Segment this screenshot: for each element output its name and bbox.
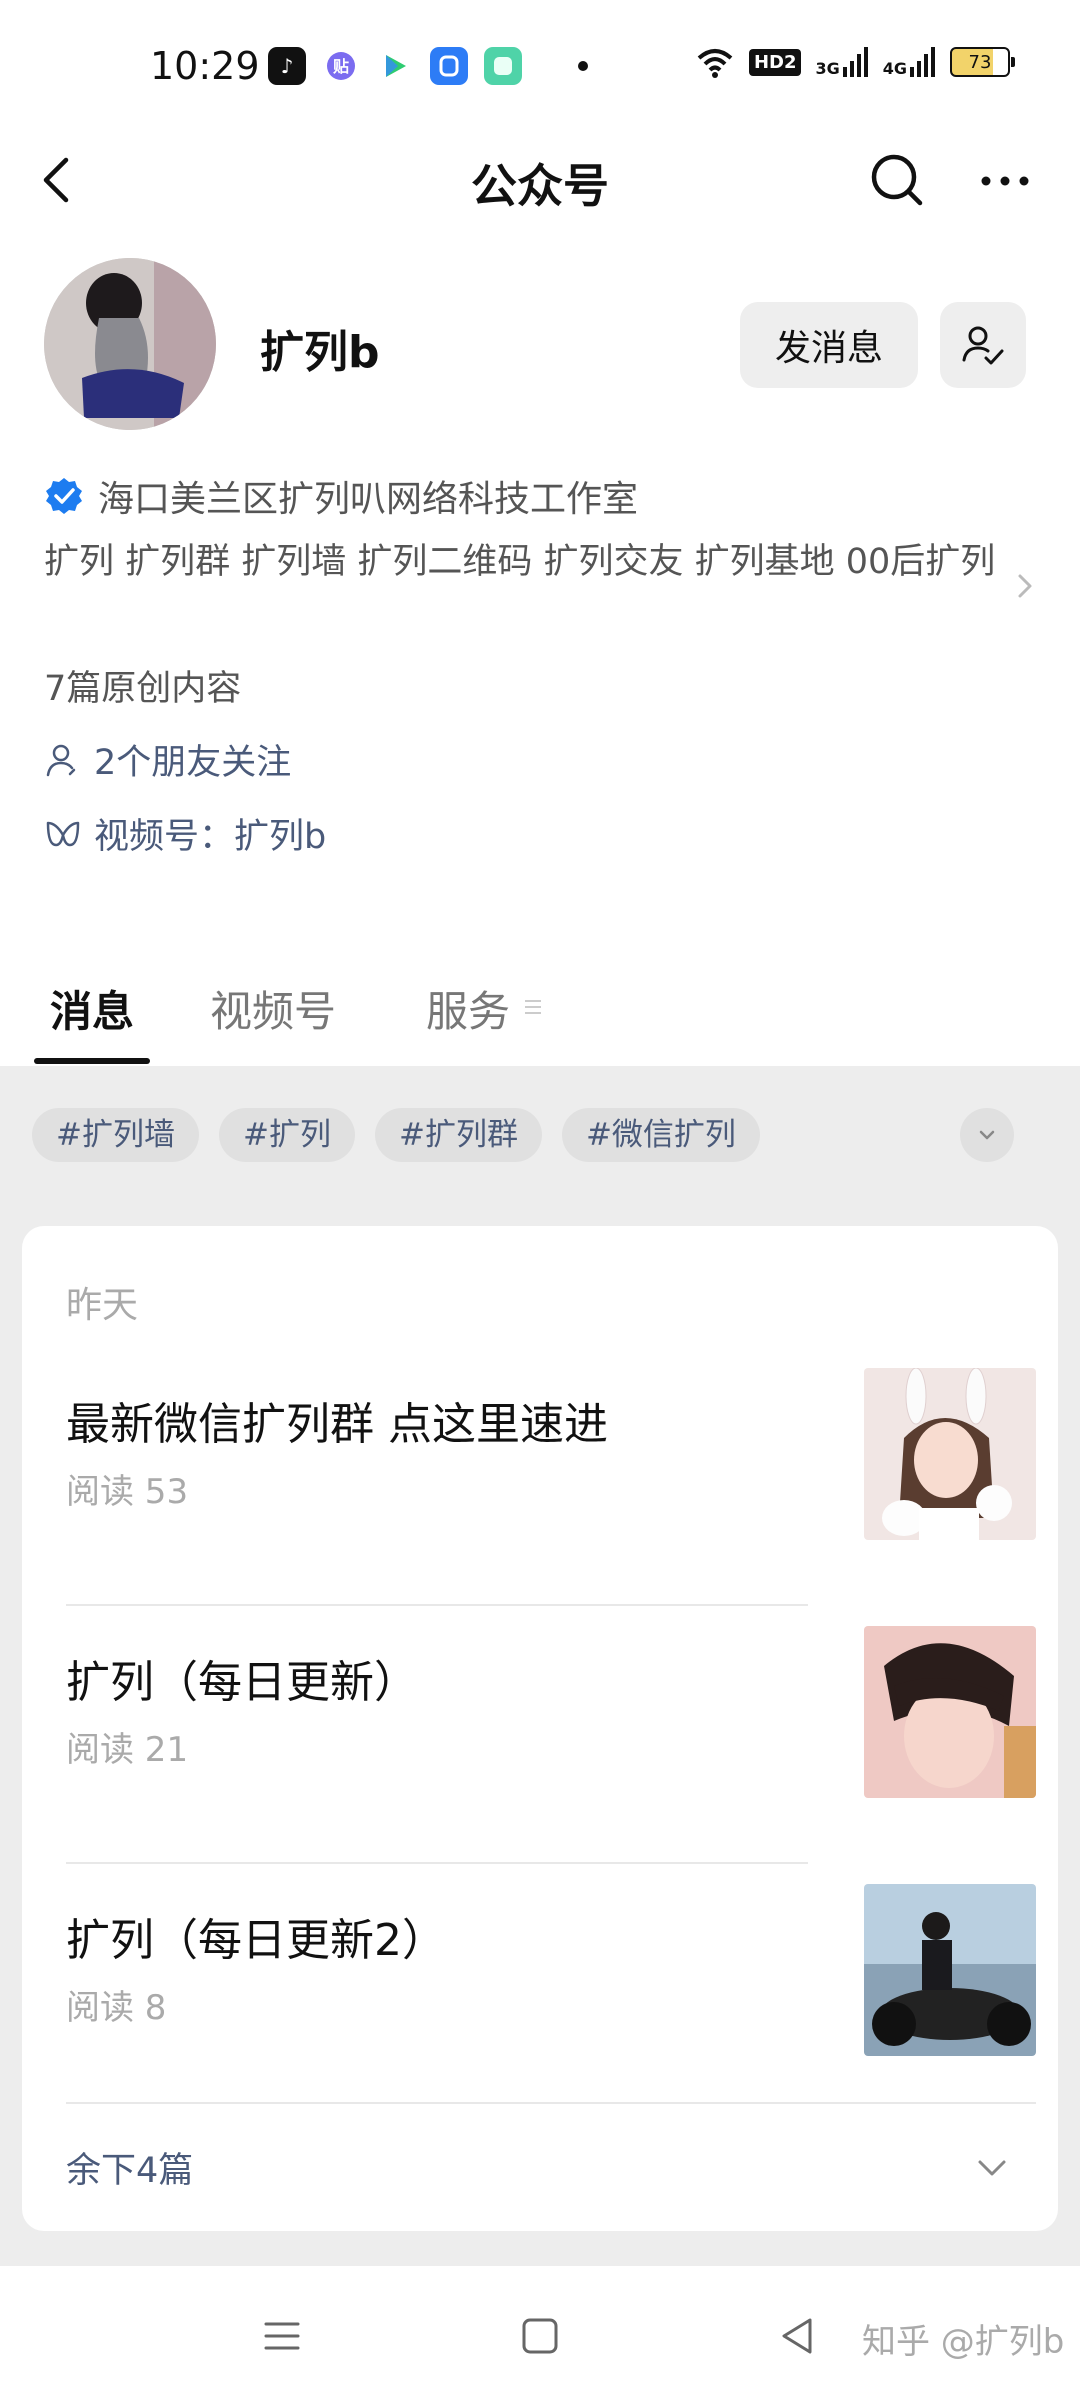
video-channel-text: 视频号：扩列b	[94, 817, 327, 857]
signal-4g-icon: 4G	[883, 47, 936, 77]
article-item[interactable]: 扩列（每日更新） 阅读 21	[66, 1626, 1036, 1866]
account-name: 扩列b	[260, 327, 380, 378]
signal-3g-icon: 3G	[815, 47, 868, 77]
article-reads: 阅读 8	[66, 1988, 167, 2028]
message-card: 昨天 最新微信扩列群 点这里速进 阅读 53 扩列（每日更新） 阅读 21 扩列…	[22, 1226, 1058, 2231]
video-play-icon	[376, 47, 414, 85]
article-thumbnail	[864, 1884, 1036, 2056]
home-square-icon	[522, 2318, 558, 2354]
avatar-image	[44, 258, 216, 430]
verified-entity[interactable]: 海口美兰区扩列叭网络科技工作室	[44, 470, 638, 522]
chevron-down-icon	[979, 1130, 995, 1140]
article-item[interactable]: 最新微信扩列群 点这里速进 阅读 53	[66, 1368, 1036, 1608]
followed-button[interactable]	[940, 302, 1026, 388]
article-reads: 阅读 53	[66, 1472, 189, 1512]
tab-messages[interactable]: 消息	[50, 978, 134, 1039]
menu-icon	[525, 1000, 541, 1014]
active-tab-indicator	[34, 1058, 150, 1064]
more-horizontal-icon	[981, 176, 1029, 186]
divider	[66, 1862, 808, 1864]
tieba-icon: 贴	[322, 47, 360, 85]
divider	[66, 1604, 808, 1606]
system-nav-bar: 知乎 @扩列b	[0, 2266, 1080, 2400]
article-thumbnail	[864, 1368, 1036, 1540]
back-nav-button[interactable]	[768, 2306, 828, 2366]
recent-apps-button[interactable]	[252, 2306, 312, 2366]
video-channel-link[interactable]: 视频号：扩列b	[44, 808, 326, 859]
divider	[66, 2102, 1036, 2104]
svg-text:贴: 贴	[333, 57, 349, 76]
watermark: 知乎 @扩列b	[862, 2322, 1065, 2362]
article-title: 最新微信扩列群 点这里速进	[66, 1399, 608, 1450]
shield-app-icon	[430, 47, 468, 85]
battery-icon: 73	[950, 47, 1015, 77]
wifi-icon	[697, 49, 733, 78]
hd-badge: HD2	[748, 48, 802, 76]
account-avatar[interactable]	[44, 258, 216, 430]
chat-app-icon	[484, 47, 522, 85]
back-triangle-icon	[782, 2318, 812, 2354]
top-nav: 公众号	[0, 130, 1080, 240]
verified-entity-name: 海口美兰区扩列叭网络科技工作室	[98, 479, 639, 520]
hashtag-list: #扩列墙 #扩列 #扩列群 #微信扩列	[32, 1108, 760, 1162]
profile-tabs: 消息 视频号 服务	[0, 970, 1080, 1066]
original-content-count: 7篇原创内容	[44, 669, 242, 709]
article-thumbnail	[864, 1626, 1036, 1798]
hashtag-chip[interactable]: #扩列群	[374, 1108, 542, 1162]
chevron-right-icon	[1018, 574, 1032, 598]
search-icon	[871, 154, 923, 206]
article-title: 扩列（每日更新）	[66, 1657, 418, 1708]
notification-icons: ♪ 贴	[268, 47, 588, 85]
status-indicators: HD2 3G 4G 73	[695, 46, 1015, 78]
search-button[interactable]	[862, 145, 932, 215]
friends-following[interactable]: 2个朋友关注	[44, 734, 291, 785]
article-title: 扩列（每日更新2）	[66, 1915, 446, 1966]
user-check-icon	[962, 326, 1004, 365]
home-button[interactable]	[510, 2306, 570, 2366]
more-options-button[interactable]	[970, 145, 1040, 215]
status-time: 10:29	[150, 44, 260, 88]
show-remaining-articles[interactable]: 余下4篇	[66, 2142, 193, 2193]
tab-video-channel[interactable]: 视频号	[210, 978, 336, 1039]
verified-badge-icon	[46, 478, 82, 514]
menu-icon	[264, 2322, 300, 2350]
send-message-button[interactable]: 发消息	[740, 302, 918, 388]
article-reads: 阅读 21	[66, 1730, 189, 1770]
expand-hashtags-button[interactable]	[960, 1108, 1014, 1162]
account-description[interactable]: 扩列 扩列群 扩列墙 扩列二维码 扩列交友 扩列基地 00后扩列	[44, 538, 1004, 586]
hashtag-chip[interactable]: #扩列	[218, 1108, 355, 1162]
hashtag-chip[interactable]: #微信扩列	[561, 1108, 760, 1162]
status-bar: 10:29 ♪ 贴 HD2 3G 4G 73	[0, 0, 1080, 130]
more-notifications-dot	[578, 61, 588, 71]
chevron-down-icon[interactable]	[972, 2148, 1012, 2188]
article-item[interactable]: 扩列（每日更新2） 阅读 8	[66, 1884, 1036, 2124]
friends-following-text: 2个朋友关注	[94, 743, 292, 783]
tab-services[interactable]: 服务	[426, 978, 510, 1039]
tiktok-icon: ♪	[268, 47, 306, 85]
date-label: 昨天	[66, 1285, 139, 1326]
hashtag-chip[interactable]: #扩列墙	[32, 1108, 199, 1162]
user-icon	[46, 744, 76, 776]
video-channel-icon	[46, 821, 80, 846]
